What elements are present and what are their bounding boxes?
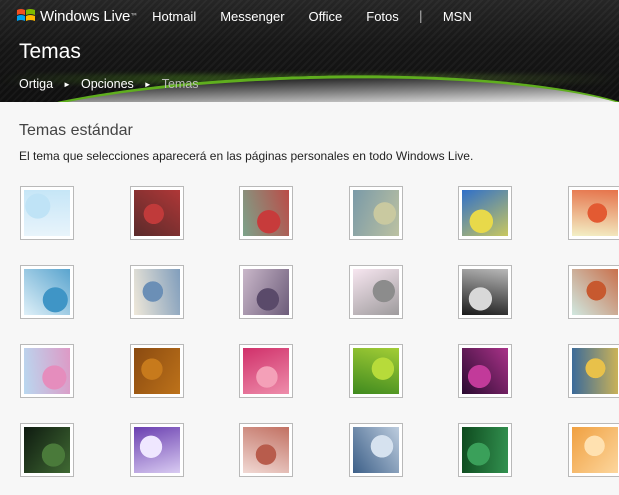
theme-thumbnail[interactable] (239, 344, 293, 398)
theme-thumbnail[interactable] (567, 344, 619, 398)
theme-preview-image (462, 269, 508, 315)
theme-preview-image (462, 427, 508, 473)
section-title: Temas estándar (19, 122, 133, 139)
theme-thumbnail[interactable] (348, 265, 403, 319)
breadcrumb: Ortiga ► Opciones ► Temas (19, 77, 199, 91)
theme-thumbnail[interactable] (567, 265, 619, 319)
theme-thumbnail[interactable] (129, 186, 184, 240)
nav-separator: | (418, 9, 423, 23)
theme-preview-image (24, 190, 70, 236)
theme-preview-image (24, 348, 70, 394)
theme-thumbnail[interactable] (567, 186, 619, 240)
theme-preview-image (462, 348, 508, 394)
theme-thumbnail[interactable] (239, 423, 293, 477)
breadcrumb-arrow-icon: ► (63, 79, 71, 89)
theme-thumbnail[interactable] (458, 344, 512, 398)
theme-preview-image (462, 190, 508, 236)
breadcrumb-opciones[interactable]: Opciones (81, 77, 134, 91)
theme-preview-image (133, 427, 180, 473)
nav-link-office[interactable]: Office (309, 9, 343, 24)
theme-preview-image (352, 348, 399, 394)
theme-preview-image (352, 190, 399, 236)
theme-preview-image (243, 190, 289, 236)
theme-thumbnail[interactable] (20, 265, 74, 319)
theme-preview-image (243, 427, 289, 473)
theme-thumbnail[interactable] (20, 186, 74, 240)
theme-thumbnail[interactable] (567, 423, 619, 477)
page-title: Temas (19, 40, 81, 63)
nav-link-messenger[interactable]: Messenger (220, 9, 284, 24)
theme-preview-image (243, 348, 289, 394)
theme-preview-image (571, 190, 618, 236)
theme-preview-image (243, 269, 289, 315)
theme-thumbnail[interactable] (348, 423, 403, 477)
theme-thumbnail[interactable] (239, 186, 293, 240)
nav-link-hotmail[interactable]: Hotmail (152, 9, 196, 24)
nav-link-msn[interactable]: MSN (443, 9, 472, 24)
theme-thumbnail[interactable] (458, 265, 512, 319)
windows-live-logo[interactable]: Windows Live ™ (16, 7, 138, 25)
theme-thumbnail[interactable] (20, 344, 74, 398)
theme-thumbnail[interactable] (129, 265, 184, 319)
theme-thumbnail[interactable] (458, 423, 512, 477)
theme-thumbnail[interactable] (348, 344, 403, 398)
theme-thumbnail[interactable] (458, 186, 512, 240)
theme-preview-image (571, 427, 618, 473)
theme-preview-image (571, 348, 618, 394)
theme-thumbnail[interactable] (129, 344, 184, 398)
theme-preview-image (352, 427, 399, 473)
section-description: El tema que selecciones aparecerá en las… (19, 149, 474, 163)
breadcrumb-arrow-icon: ► (143, 79, 152, 89)
theme-preview-image (24, 269, 70, 315)
theme-preview-image (571, 269, 618, 315)
main-content: Temas estándar El tema que selecciones a… (0, 102, 619, 495)
theme-grid (20, 186, 619, 477)
theme-preview-image (133, 269, 180, 315)
theme-preview-image (133, 190, 180, 236)
brand-name: Windows Live (40, 7, 131, 25)
brand-trademark: ™ (130, 11, 139, 21)
nav-link-fotos[interactable]: Fotos (366, 9, 399, 24)
header-bar: Windows Live ™ Hotmail Messenger Office … (0, 0, 619, 102)
windows-flag-icon (17, 9, 35, 21)
theme-thumbnail[interactable] (129, 423, 184, 477)
breadcrumb-current: Temas (161, 77, 199, 91)
breadcrumb-ortiga[interactable]: Ortiga (19, 77, 53, 91)
theme-thumbnail[interactable] (348, 186, 403, 240)
theme-thumbnail[interactable] (239, 265, 293, 319)
theme-thumbnail[interactable] (20, 423, 74, 477)
top-navigation: Windows Live ™ Hotmail Messenger Office … (0, 0, 619, 32)
theme-preview-image (24, 427, 70, 473)
theme-preview-image (352, 269, 399, 315)
theme-preview-image (133, 348, 180, 394)
